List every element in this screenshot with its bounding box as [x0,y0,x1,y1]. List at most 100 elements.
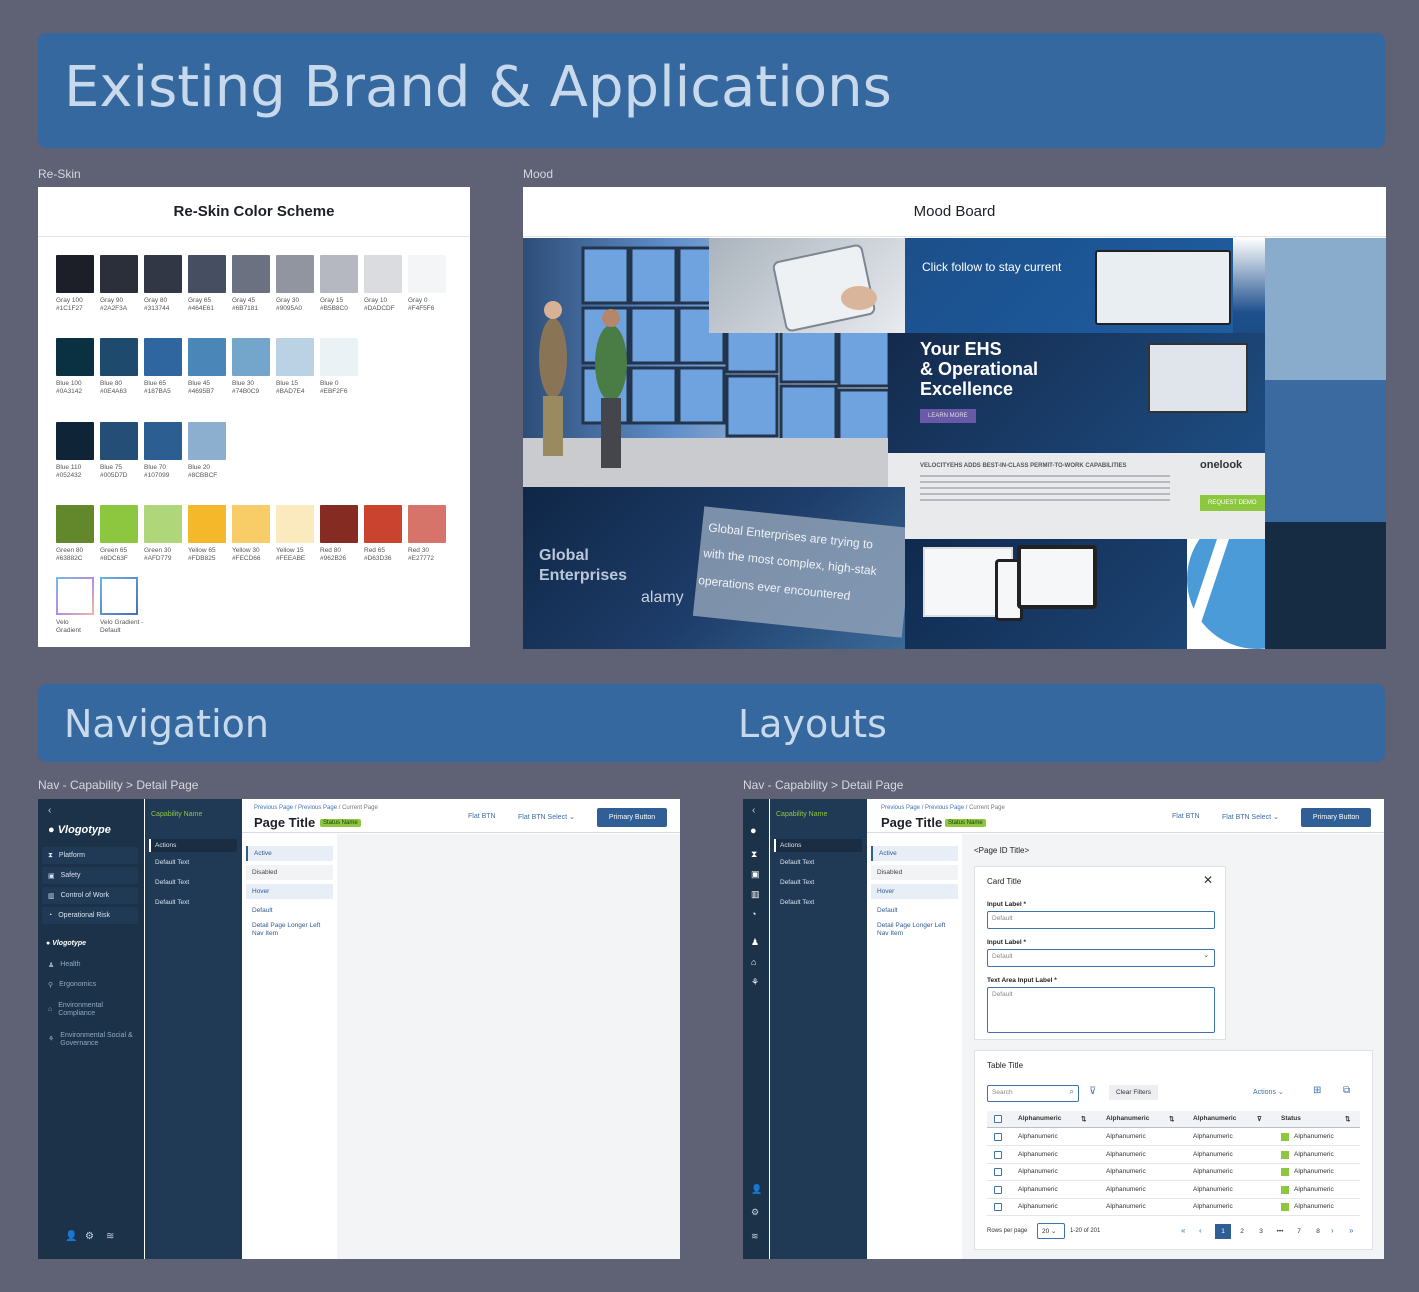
crumb-link[interactable]: Previous Page [881,805,920,811]
swatch-label: Yellow 30 #FECD66 [232,547,261,563]
search-input[interactable]: Search ⌕ [987,1085,1079,1102]
nav-item-control-of-work[interactable]: ▥ Control of Work [42,887,138,904]
primary-button[interactable]: Primary Button [597,808,667,827]
crumb-link[interactable]: Previous Page [298,805,337,811]
page-button[interactable]: 8 [1310,1224,1326,1239]
flat-select-button[interactable]: Flat BTN Select ⌄ [518,813,575,821]
filter-icon[interactable]: ⊽ [1089,1086,1096,1097]
left-nav-active[interactable]: Active [871,846,958,861]
page-button[interactable]: 2 [1234,1224,1250,1239]
nav-item-health[interactable]: ♟ Health [42,956,138,973]
column-header[interactable]: Alphanumeric [1018,1115,1061,1122]
subnav-actions[interactable]: Actions [774,839,862,852]
expand-icon[interactable]: ‹ [752,805,755,816]
crumb-link[interactable]: Previous Page [254,805,293,811]
column-header[interactable]: Alphanumeric [1106,1115,1149,1122]
swatch-name: Green 80 [56,547,84,554]
column-header[interactable]: Status [1281,1115,1301,1122]
settings-icon[interactable]: ⚙ [751,1207,759,1218]
left-nav-default[interactable]: Default [246,903,333,918]
nav-item-operational-risk[interactable]: ◔ Operational Risk [42,907,138,924]
subnav-item[interactable]: Default Text [155,859,189,866]
layers-icon[interactable]: ≋ [106,1231,114,1242]
flat-button[interactable]: Flat BTN [468,813,496,820]
select-input[interactable]: Default ⌄ [987,949,1215,967]
rows-per-page-select[interactable]: 20 ⌄ [1037,1223,1065,1239]
health-icon[interactable]: ♟ [751,937,759,948]
subnav-actions[interactable]: Actions [149,839,237,852]
page-button[interactable]: 3 [1253,1224,1269,1239]
collapse-icon[interactable]: ‹ [48,805,51,816]
subnav-item[interactable]: Default Text [155,879,189,886]
page-button[interactable]: 7 [1291,1224,1307,1239]
subnav-item[interactable]: Default Text [780,879,814,886]
left-nav-default[interactable]: Default [871,903,958,918]
left-nav-long[interactable]: Detail Page Longer Left Nav Item [246,920,333,940]
platform-icon[interactable]: ⧗ [751,849,757,860]
row-checkbox[interactable] [994,1133,1002,1141]
settings-icon[interactable]: ⚙ [85,1231,94,1242]
page-button-current[interactable]: 1 [1215,1224,1231,1239]
swatch-label: Gray 0 #F4F5F6 [408,297,434,313]
close-icon[interactable]: ✕ [1203,873,1213,887]
row-checkbox[interactable] [994,1203,1002,1211]
prev-page-icon[interactable]: ‹ [1199,1226,1202,1235]
leaf-icon[interactable]: ⚘ [751,977,759,988]
color-swatch [144,422,182,460]
crumb-link[interactable]: Previous Page [925,805,964,811]
learn-more-button[interactable]: LEARN MORE [920,409,976,423]
page-header: Previous Page / Previous Page / Current … [867,799,1384,833]
page-button[interactable]: ••• [1272,1224,1288,1239]
next-page-icon[interactable]: › [1331,1226,1334,1235]
subnav-item[interactable]: Default Text [780,859,814,866]
filter-icon[interactable]: ⊽ [1257,1115,1262,1123]
safety-icon[interactable]: ▣ [751,869,760,880]
first-page-icon[interactable]: « [1181,1226,1185,1235]
user-icon[interactable]: 👤 [751,1184,762,1195]
table-row[interactable]: Alphanumeric Alphanumeric Alphanumeric Alph… [987,1129,1360,1146]
swatch-hex: #D63D36 [364,555,392,562]
sort-icon[interactable]: ⇅ [1081,1115,1086,1123]
row-checkbox[interactable] [994,1150,1002,1159]
user-icon[interactable]: 👤 [65,1231,77,1242]
sort-icon[interactable]: ⇅ [1169,1115,1174,1123]
last-page-icon[interactable]: » [1349,1226,1353,1235]
compliance-icon[interactable]: ⌂ [751,957,756,967]
subnav-item[interactable]: Default Text [780,899,814,906]
left-nav-hover[interactable]: Hover [871,884,958,899]
left-nav-long[interactable]: Detail Page Longer Left Nav Item [871,920,958,940]
nav-item-safety[interactable]: ▣ Safety [42,867,138,884]
table-row[interactable]: Alphanumeric Alphanumeric Alphanumeric Alph… [987,1147,1360,1164]
nav-item-platform[interactable]: ⧗ Platform [42,847,138,864]
sort-icon[interactable]: ⇅ [1345,1115,1350,1123]
subnav-item[interactable]: Default Text [155,899,189,906]
flat-button[interactable]: Flat BTN [1172,813,1200,820]
layers-icon[interactable]: ≋ [751,1231,759,1242]
request-demo-button[interactable]: REQUEST DEMO [1200,495,1265,511]
nav-item-environmental-social[interactable]: ⚘ Environmental Social & Governance [42,1028,138,1052]
swatch-name: Gray 15 [320,297,344,304]
building-icon[interactable]: ▥ [751,889,760,900]
row-checkbox[interactable] [994,1168,1002,1176]
text-input[interactable]: Default [987,911,1215,929]
table-row[interactable]: Alphanumeric Alphanumeric Alphanumeric Alph… [987,1199,1360,1216]
swatch-name: Gray 100 [56,297,83,304]
clear-filters-button[interactable]: Clear Filters [1109,1085,1159,1100]
table-row[interactable]: Alphanumeric Alphanumeric Alphanumeric Alph… [987,1164,1360,1181]
flat-select-button[interactable]: Flat BTN Select ⌄ [1222,813,1279,821]
left-nav-active[interactable]: Active [246,846,333,861]
nav-item-ergonomics[interactable]: ⚲ Ergonomics [42,976,138,993]
column-header[interactable]: Alphanumeric [1193,1115,1236,1122]
gauge-icon[interactable]: ◔ [751,909,756,919]
nav-item-environmental-compliance[interactable]: ⌂ Environmental Compliance [42,998,138,1022]
row-checkbox[interactable] [994,1185,1002,1194]
export-icon[interactable]: ⧉ [1343,1085,1350,1096]
nav-item-label: Health [60,961,81,968]
columns-icon[interactable]: ⊞ [1313,1085,1321,1096]
table-row[interactable]: Alphanumeric Alphanumeric Alphanumeric Alph… [987,1182,1360,1199]
actions-dropdown[interactable]: Actions ⌄ [1253,1088,1284,1096]
select-all-checkbox[interactable] [994,1115,1002,1123]
left-nav-hover[interactable]: Hover [246,884,333,899]
primary-button[interactable]: Primary Button [1301,808,1371,827]
textarea-input[interactable]: Default [987,987,1215,1033]
